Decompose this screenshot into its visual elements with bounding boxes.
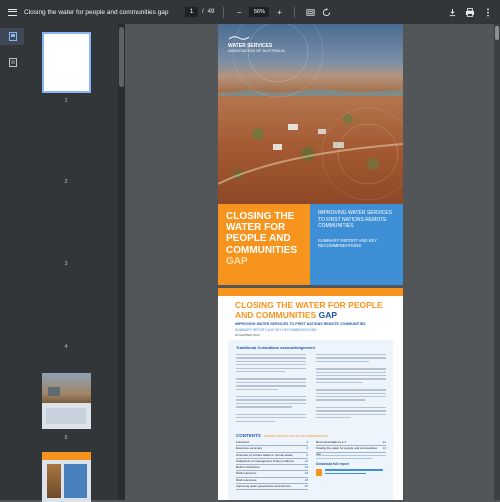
- page-controls: 1 / 49 − 56% +: [185, 0, 332, 24]
- ack-heading: Traditional Custodians acknowledgement: [236, 345, 315, 350]
- sidebar-scrollbar[interactable]: [118, 24, 125, 500]
- toolbar-actions: [446, 0, 494, 24]
- thumbnail-text-block: [46, 408, 86, 424]
- download-icon[interactable]: [446, 6, 458, 18]
- current-page-input[interactable]: 1: [185, 7, 198, 17]
- water-logo-icon: [228, 36, 250, 40]
- toc-left: Foreword 3 Executive summary 4 Overview of…: [236, 440, 308, 491]
- sidebar-tabs: [0, 24, 24, 500]
- zoom-level-input[interactable]: 56%: [249, 7, 270, 17]
- thumbnail-page-1[interactable]: [42, 32, 91, 93]
- page2-date: NOVEMBER 2022: [235, 333, 260, 337]
- zoom-in-button[interactable]: +: [273, 6, 285, 18]
- download-heading: Download full report: [316, 462, 349, 467]
- download-link[interactable]: [316, 469, 386, 477]
- thumbnail-page-5[interactable]: [42, 452, 91, 502]
- fit-to-page-icon[interactable]: [304, 6, 316, 18]
- toolbar-divider: [223, 6, 225, 18]
- cover-subtitle-2: SUMMARY REPORT AND KEY RECOMMENDATIONS: [318, 237, 377, 249]
- outline-icon[interactable]: [8, 58, 17, 67]
- total-pages: 49: [207, 9, 215, 15]
- thumbnail-blue-block: [64, 464, 87, 498]
- logo-sub: ASSOCIATION OF AUSTRALIA: [228, 47, 285, 53]
- toc-item[interactable]: Closing the water for people and communi…: [316, 446, 386, 456]
- main-scrollbar[interactable]: [494, 24, 500, 500]
- cover-title-line: COMMUNITIES: [226, 244, 298, 256]
- toc-desc-lines: [316, 454, 386, 460]
- orange-header-bar: [218, 288, 403, 296]
- thumbnail-sidebar: 1 2 3 4 5: [0, 24, 125, 502]
- page2-title-part: AND COMMUNITIES: [235, 309, 319, 320]
- page-1: WATER SERVICES ASSOCIATION OF AUSTRALIA …: [218, 24, 403, 285]
- menu-icon[interactable]: [0, 0, 24, 24]
- body-text-right: [316, 354, 386, 421]
- body-text-left: [236, 354, 306, 424]
- thumbnail-label: 5: [64, 435, 68, 441]
- pdf-file-icon: [316, 469, 322, 477]
- cover-title-line: CLOSING THE: [226, 211, 295, 222]
- page-2: CLOSING THE WATER FOR PEOPLE AND COMMUNI…: [218, 288, 403, 500]
- cover-title-line: GAP: [226, 255, 248, 267]
- contents-title: Contents: [236, 433, 261, 438]
- page2-title-part: GAP: [318, 309, 338, 320]
- document-title: Closing the water for people and communi…: [24, 8, 169, 16]
- more-vert-icon[interactable]: [482, 6, 494, 18]
- page2-title-part: CLOSING THE: [235, 300, 296, 310]
- content-panel: Traditional Custodians acknowledgement C…: [228, 340, 393, 500]
- thumbnail-label: 4: [64, 344, 68, 350]
- document-viewer: WATER SERVICES ASSOCIATION OF AUSTRALIA …: [125, 24, 500, 500]
- cover-subtitle: IMPROVING WATER SERVICES TO FIRST NATION…: [318, 210, 393, 229]
- page2-subtitle: IMPROVING WATER SERVICES TO FIRST NATION…: [235, 322, 366, 326]
- thumbnails-icon[interactable]: [0, 28, 24, 45]
- thumbnail-photo-building: [48, 387, 60, 396]
- cover-subtitle-block: IMPROVING WATER SERVICES TO FIRST NATION…: [310, 204, 403, 285]
- toolbar-divider: [294, 6, 296, 18]
- pdf-toolbar: Closing the water for people and communi…: [0, 0, 500, 24]
- zoom-out-button[interactable]: −: [233, 6, 245, 18]
- page2-subtitle-2: SUMMARY REPORT AND KEY RECOMMENDATIONS: [235, 328, 317, 332]
- print-icon[interactable]: [464, 6, 476, 18]
- thumbnail-label: 3: [64, 261, 68, 267]
- thumbnail-photo: [47, 464, 61, 498]
- contents-heading: Contents Summary report and key recommend…: [236, 433, 328, 438]
- cover-title-line: WATER FOR: [226, 222, 286, 234]
- cover-title: CLOSING THE WATER FOR PEOPLE AND COMMUNI…: [226, 211, 302, 267]
- thumbnail-orange-bar: [42, 452, 91, 460]
- page-separator: /: [202, 9, 204, 15]
- page2-title: CLOSING THE WATER FOR PEOPLE AND COMMUNI…: [235, 300, 395, 321]
- cover-title-line: PEOPLE AND: [226, 233, 291, 245]
- thumbnail-page-4[interactable]: [42, 373, 91, 429]
- cover-title-block: CLOSING THE WATER FOR PEOPLE AND COMMUNI…: [218, 204, 310, 285]
- rotate-icon[interactable]: [320, 6, 332, 18]
- cover-logo: WATER SERVICES ASSOCIATION OF AUSTRALIA: [228, 35, 285, 54]
- toc-right: Recommendations 1-7 22 Closing the water …: [316, 440, 386, 477]
- toc-item[interactable]: Improving water governance and reforms 20: [236, 484, 308, 491]
- cover-photo: WATER SERVICES ASSOCIATION OF AUSTRALIA: [218, 24, 403, 204]
- contents-subtitle: Summary report and key recommendations: [263, 435, 328, 438]
- thumbnail-label: 2: [64, 179, 68, 185]
- thumbnail-label: 1: [64, 98, 68, 104]
- page2-title-part: WATER FOR PEOPLE: [295, 300, 383, 310]
